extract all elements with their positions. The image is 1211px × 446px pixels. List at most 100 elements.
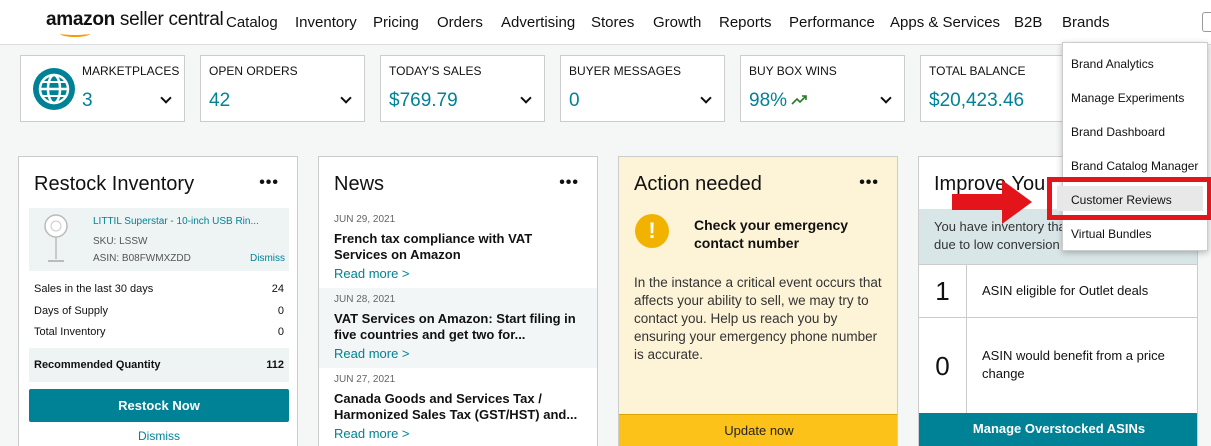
nav-advertising[interactable]: Advertising bbox=[501, 14, 575, 31]
metric-value: 0 bbox=[569, 90, 580, 111]
metric-label: MARKETPLACES bbox=[82, 64, 180, 78]
recommended-label: Recommended Quantity bbox=[34, 359, 161, 371]
news-headline[interactable]: French tax compliance with VAT Services … bbox=[334, 231, 584, 263]
amazon-smile-icon bbox=[60, 30, 90, 37]
metric-value: $769.79 bbox=[389, 90, 458, 111]
improve-row[interactable]: 0 ASIN would benefit from a price change bbox=[919, 317, 1197, 413]
stat-label: Sales in the last 30 days bbox=[34, 283, 154, 295]
nav-inventory[interactable]: Inventory bbox=[295, 14, 357, 31]
menu-item-virtual-bundles[interactable]: Virtual Bundles bbox=[1071, 227, 1152, 241]
globe-icon bbox=[33, 68, 75, 110]
menu-item-manage-experiments[interactable]: Manage Experiments bbox=[1071, 91, 1184, 105]
logo-amazon-text: amazon bbox=[46, 9, 115, 30]
metric-label: OPEN ORDERS bbox=[209, 64, 298, 78]
news-headline[interactable]: VAT Services on Amazon: Start filing in … bbox=[334, 311, 584, 343]
metric-value: 42 bbox=[209, 90, 231, 111]
product-sku: SKU: LSSW bbox=[93, 236, 148, 247]
search-box-edge[interactable] bbox=[1202, 12, 1211, 32]
chevron-down-icon[interactable] bbox=[880, 92, 892, 104]
metric-card-todays-sales[interactable]: TODAY'S SALES $769.79 bbox=[380, 55, 545, 122]
widget-title: Restock Inventory bbox=[34, 173, 195, 195]
red-arrow-icon bbox=[952, 180, 1032, 224]
news-item[interactable]: JUN 27, 2021 Canada Goods and Services T… bbox=[319, 368, 597, 446]
logo-seller-central-text: seller central bbox=[114, 9, 224, 30]
restock-now-button[interactable]: Restock Now bbox=[29, 389, 289, 422]
restock-stat-row: Sales in the last 30 days 24 bbox=[34, 283, 284, 295]
product-thumbnail[interactable] bbox=[39, 213, 73, 265]
dismiss-link[interactable]: Dismiss bbox=[19, 429, 297, 443]
more-options-icon[interactable]: ••• bbox=[559, 175, 579, 191]
news-date: JUN 29, 2021 bbox=[334, 214, 396, 225]
top-navigation-bar: amazon seller central Catalog Inventory … bbox=[0, 0, 1211, 45]
banner-text: due to low conversion bbox=[934, 237, 1060, 252]
chevron-down-icon[interactable] bbox=[520, 92, 532, 104]
stat-value: 0 bbox=[277, 326, 284, 338]
metric-label: BUYER MESSAGES bbox=[569, 64, 682, 78]
stat-value: 0 bbox=[277, 305, 284, 317]
seller-central-logo[interactable]: amazon seller central bbox=[46, 9, 224, 37]
news-item[interactable]: JUN 28, 2021 VAT Services on Amazon: Sta… bbox=[319, 288, 597, 368]
metric-label: TOTAL BALANCE bbox=[929, 64, 1026, 78]
nav-stores[interactable]: Stores bbox=[591, 14, 634, 31]
metric-card-total-balance[interactable]: TOTAL BALANCE $20,423.46 bbox=[920, 55, 1085, 122]
metric-card-buyer-messages[interactable]: BUYER MESSAGES 0 bbox=[560, 55, 725, 122]
news-widget: News ••• JUN 29, 2021 French tax complia… bbox=[318, 156, 598, 446]
nav-growth[interactable]: Growth bbox=[653, 14, 701, 31]
metric-card-buy-box-wins[interactable]: BUY BOX WINS 98% bbox=[740, 55, 905, 122]
action-needed-widget: Action needed ••• ! Check your emergency… bbox=[618, 156, 898, 446]
stat-label: Days of Supply bbox=[34, 305, 108, 317]
improve-row[interactable]: 1 ASIN eligible for Outlet deals bbox=[919, 264, 1197, 317]
stat-value: 24 bbox=[271, 283, 284, 295]
widget-title: Action needed bbox=[634, 173, 762, 195]
dismiss-product-link[interactable]: Dismiss bbox=[250, 253, 285, 264]
news-date: JUN 27, 2021 bbox=[334, 374, 396, 385]
improve-text: ASIN would benefit from a price change bbox=[982, 348, 1165, 381]
restock-stat-row: Days of Supply 0 bbox=[34, 305, 284, 317]
recommended-quantity-row: Recommended Quantity 112 bbox=[29, 348, 289, 382]
nav-apps-services[interactable]: Apps & Services bbox=[890, 14, 1000, 31]
metric-label: BUY BOX WINS bbox=[749, 64, 837, 78]
metric-value: 3 bbox=[82, 90, 93, 111]
read-more-link[interactable]: Read more > bbox=[334, 266, 584, 281]
menu-item-brand-analytics[interactable]: Brand Analytics bbox=[1071, 57, 1154, 71]
improve-count: 0 bbox=[919, 318, 967, 413]
product-name-link[interactable]: LITTIL Superstar - 10-inch USB Rin... bbox=[93, 216, 259, 227]
action-headline: Check your emergency contact number bbox=[694, 217, 849, 251]
more-options-icon[interactable]: ••• bbox=[259, 175, 279, 191]
nav-brands[interactable]: Brands bbox=[1062, 14, 1110, 31]
news-date: JUN 28, 2021 bbox=[334, 294, 396, 305]
read-more-link[interactable]: Read more > bbox=[334, 346, 584, 361]
update-now-button[interactable]: Update now bbox=[619, 414, 897, 446]
nav-reports[interactable]: Reports bbox=[719, 14, 772, 31]
more-options-icon[interactable]: ••• bbox=[859, 175, 879, 191]
nav-b2b[interactable]: B2B bbox=[1014, 14, 1042, 31]
metric-value: 98% bbox=[749, 90, 788, 111]
nav-catalog[interactable]: Catalog bbox=[226, 14, 278, 31]
restock-inventory-widget: Restock Inventory ••• LITTIL Superstar -… bbox=[18, 156, 298, 446]
widget-title: News bbox=[334, 173, 385, 195]
metric-value: $20,423.46 bbox=[929, 90, 1025, 111]
nav-performance[interactable]: Performance bbox=[789, 14, 875, 31]
metric-card-open-orders[interactable]: OPEN ORDERS 42 bbox=[200, 55, 365, 122]
recommended-value: 112 bbox=[266, 359, 284, 371]
read-more-link[interactable]: Read more > bbox=[334, 426, 584, 441]
menu-item-brand-catalog-manager[interactable]: Brand Catalog Manager bbox=[1071, 159, 1198, 173]
chevron-down-icon[interactable] bbox=[700, 92, 712, 104]
nav-orders[interactable]: Orders bbox=[437, 14, 483, 31]
nav-pricing[interactable]: Pricing bbox=[373, 14, 419, 31]
highlight-box-border bbox=[1047, 177, 1211, 220]
news-headline[interactable]: Canada Goods and Services Tax / Harmoniz… bbox=[334, 391, 584, 423]
chevron-down-icon[interactable] bbox=[160, 92, 172, 104]
manage-overstocked-button[interactable]: Manage Overstocked ASINs bbox=[919, 413, 1197, 446]
metric-label: TODAY'S SALES bbox=[389, 64, 482, 78]
restock-product-card: LITTIL Superstar - 10-inch USB Rin... SK… bbox=[29, 208, 289, 271]
menu-item-brand-dashboard[interactable]: Brand Dashboard bbox=[1071, 125, 1165, 139]
product-asin: ASIN: B08FWMXZDD bbox=[93, 253, 191, 264]
improve-count: 1 bbox=[919, 265, 967, 317]
news-item[interactable]: JUN 29, 2021 French tax compliance with … bbox=[319, 208, 597, 288]
metric-card-marketplaces[interactable]: MARKETPLACES 3 bbox=[20, 55, 185, 122]
restock-stat-row: Total Inventory 0 bbox=[34, 326, 284, 338]
chevron-down-icon[interactable] bbox=[340, 92, 352, 104]
alert-icon: ! bbox=[635, 214, 669, 248]
action-body-text: In the instance a critical event occurs … bbox=[634, 275, 882, 362]
